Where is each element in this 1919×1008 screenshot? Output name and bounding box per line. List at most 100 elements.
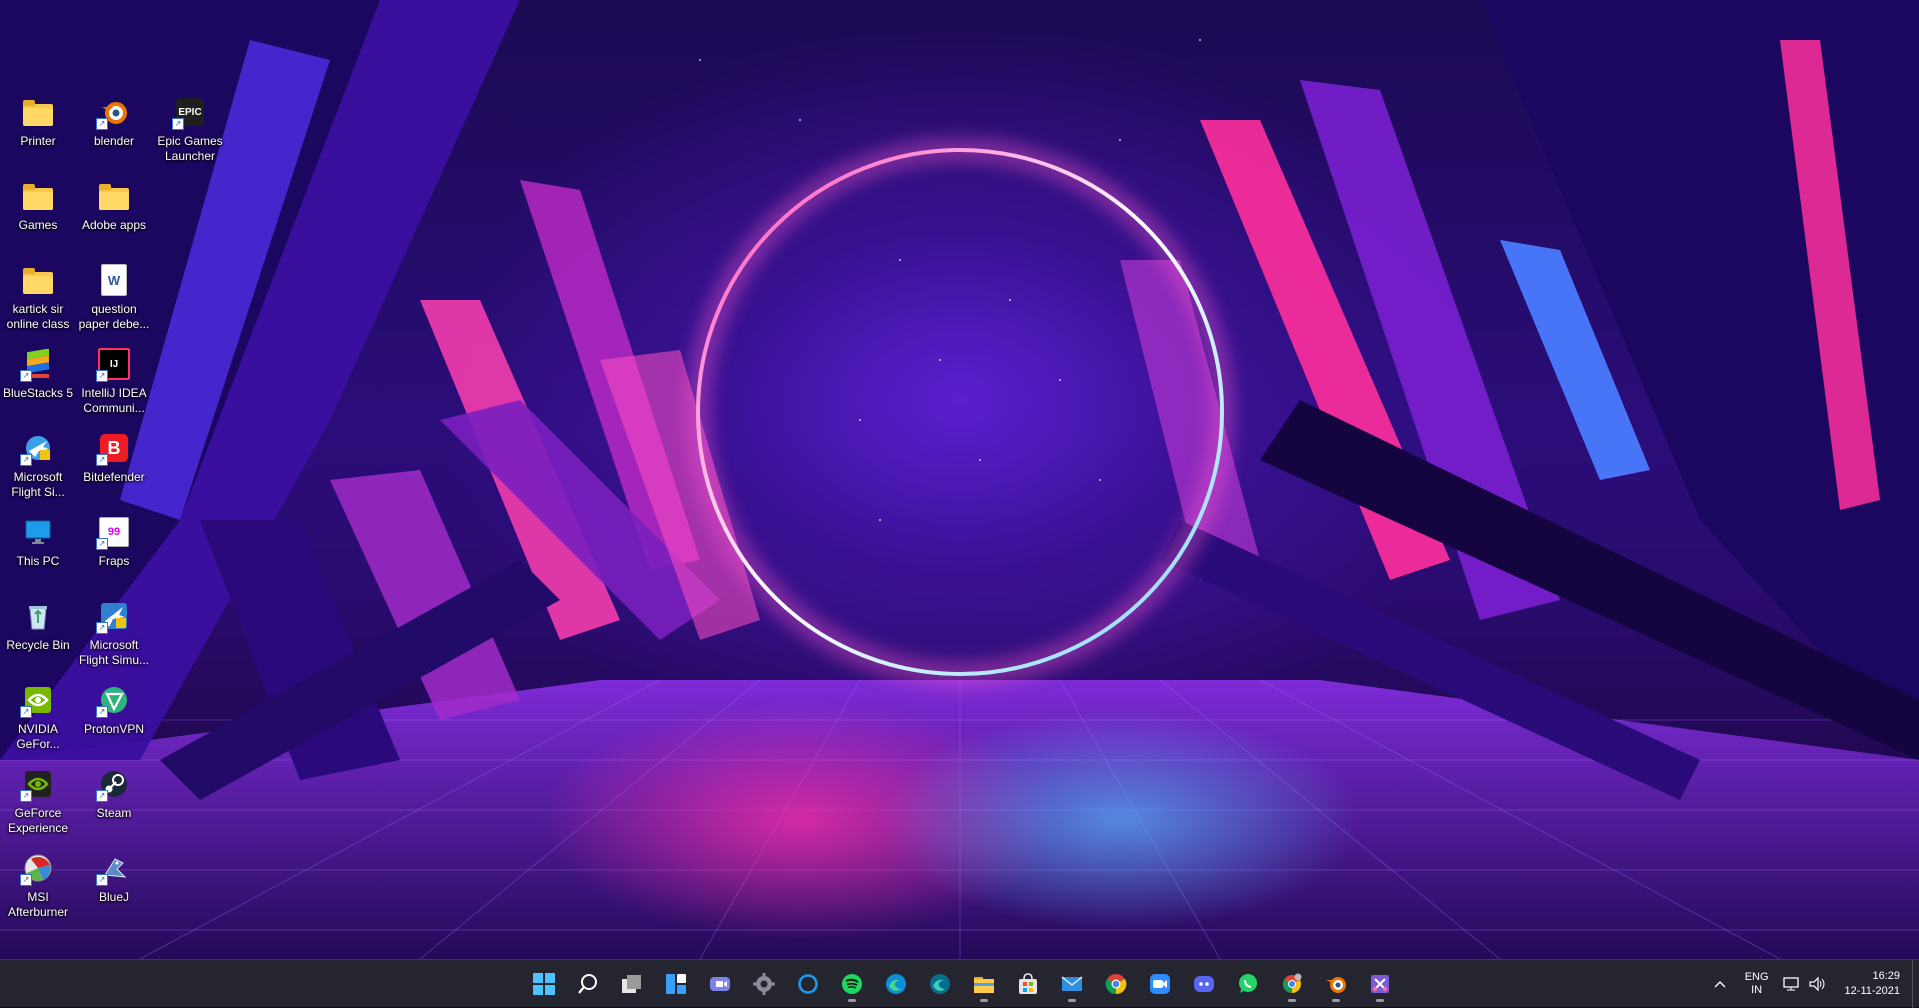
geforce-icon: ↗ (20, 768, 54, 802)
desktop-icon-bitdefender[interactable]: B ↗ Bitdefender (76, 432, 152, 485)
taskbar: ENG IN 16:29 12-11-2021 (0, 959, 1919, 1008)
desktop-icon-protonvpn[interactable]: ↗ ProtonVPN (76, 684, 152, 737)
show-hidden-icons-button[interactable] (1705, 964, 1735, 1004)
edge-button[interactable] (878, 964, 914, 1004)
settings-button[interactable] (746, 964, 782, 1004)
chevron-up-icon (1714, 981, 1726, 988)
desktop-icon-question-paper[interactable]: W question paper debe... (76, 264, 152, 332)
desktop-icon-nvidia-geforce[interactable]: ↗ NVIDIA GeFor... (0, 684, 76, 752)
desktop-icon-label: question paper debe... (78, 302, 150, 331)
spotify-button[interactable] (834, 964, 870, 1004)
cortana-button[interactable] (790, 964, 826, 1004)
desktop-icon-label: kartick sir online class (6, 302, 70, 331)
desktop-icon-printer[interactable]: Printer (0, 96, 76, 149)
running-indicator (1332, 999, 1340, 1002)
chrome-profile-button[interactable] (1274, 964, 1310, 1004)
desktop-icon-grid: Printer ↗ blender EPIC ↗ Epic Games Laun… (0, 96, 230, 936)
file-explorer-button[interactable] (966, 964, 1002, 1004)
desktop-icon-bluestacks[interactable]: ↗ BlueStacks 5 (0, 348, 76, 401)
search-button[interactable] (570, 964, 606, 1004)
clock-date: 12-11-2021 (1844, 985, 1900, 997)
snipping-tool-icon (1371, 975, 1389, 993)
desktop-icon-label: BlueStacks 5 (2, 386, 74, 400)
blender-icon (1326, 977, 1346, 993)
chrome-icon (1105, 974, 1127, 995)
desktop-icon-games[interactable]: Games (0, 180, 76, 233)
desktop-icon-label: GeForce Experience (7, 806, 69, 835)
discord-button[interactable] (1186, 964, 1222, 1004)
whatsapp-button[interactable] (1230, 964, 1266, 1004)
volume-button[interactable] (1805, 964, 1831, 1004)
desktop-icon-label: NVIDIA GeFor... (16, 722, 60, 751)
desktop-icon-label: Microsoft Flight Simu... (78, 638, 150, 667)
teams-chat-icon (710, 977, 730, 991)
desktop-icon-label: Recycle Bin (6, 638, 70, 652)
desktop-icon-flight-simulator-2[interactable]: ↗ Microsoft Flight Simu... (76, 600, 152, 668)
desktop-icon-this-pc[interactable]: This PC (0, 516, 76, 569)
zoom-icon (1150, 974, 1170, 994)
desktop-icon-label: Games (18, 218, 58, 232)
epic-games-icon: EPIC ↗ (172, 96, 206, 130)
blender-taskbar-button[interactable] (1318, 964, 1354, 1004)
store-icon (1019, 973, 1037, 994)
mail-button[interactable] (1054, 964, 1090, 1004)
desktop-icon-steam[interactable]: ↗ Steam (76, 768, 152, 821)
whatsapp-icon (1239, 974, 1257, 993)
desktop-icon-intellij[interactable]: IJ ↗ IntelliJ IDEA Communi... (76, 348, 152, 416)
folder-icon (23, 100, 53, 126)
desktop-icon-label: MSI Afterburner (7, 890, 69, 919)
spotify-icon (842, 974, 862, 994)
windows-start-icon (533, 973, 555, 995)
desktop-icon-flight-simulator-1[interactable]: ↗ Microsoft Flight Si... (0, 432, 76, 500)
running-indicator (1068, 999, 1076, 1002)
folder-icon (23, 184, 53, 210)
monitor-icon (22, 516, 54, 548)
desktop-icon-label: Fraps (98, 554, 130, 568)
input-language-indicator[interactable]: ENG IN (1745, 971, 1769, 997)
task-view-button[interactable] (614, 964, 650, 1004)
flight-simulator-icon: ↗ (96, 600, 130, 634)
region-code: IN (1751, 984, 1763, 996)
widgets-button[interactable] (658, 964, 694, 1004)
desktop-icon-label: blender (93, 134, 135, 148)
speaker-icon (1808, 976, 1825, 992)
desktop-icon-geforce-experience[interactable]: ↗ GeForce Experience (0, 768, 76, 836)
discord-icon (1194, 976, 1214, 992)
start-button[interactable] (526, 964, 562, 1004)
zoom-button[interactable] (1142, 964, 1178, 1004)
desktop-icon-kartick-sir-online-class[interactable]: kartick sir online class (0, 264, 76, 332)
running-indicator (1288, 999, 1296, 1002)
recycle-bin-icon (22, 600, 54, 632)
wallpaper-art (0, 0, 1919, 959)
gear-icon (753, 973, 775, 995)
running-indicator (1376, 999, 1384, 1002)
language-code: ENG (1744, 971, 1769, 983)
taskbar-apps (522, 960, 1402, 1008)
edge-dev-button[interactable] (922, 964, 958, 1004)
teams-chat-button[interactable] (702, 964, 738, 1004)
running-indicator (848, 999, 856, 1002)
chrome-button[interactable] (1098, 964, 1134, 1004)
edge-icon (886, 974, 906, 994)
snipping-tool-button[interactable] (1362, 964, 1398, 1004)
msi-afterburner-icon: ↗ (20, 852, 54, 886)
desktop-icon-recycle-bin[interactable]: Recycle Bin (0, 600, 76, 653)
network-status-button[interactable] (1779, 964, 1805, 1004)
flight-simulator-icon: ↗ (20, 432, 54, 466)
nvidia-icon: ↗ (20, 684, 54, 718)
show-desktop-button[interactable] (1912, 960, 1919, 1008)
running-indicator (980, 999, 988, 1002)
store-button[interactable] (1010, 964, 1046, 1004)
desktop-icon-blender[interactable]: ↗ blender (76, 96, 152, 149)
desktop-icon-fraps[interactable]: 99 ↗ Fraps (76, 516, 152, 569)
desktop-icon-label: ProtonVPN (83, 722, 145, 736)
desktop-icon-label: This PC (16, 554, 60, 568)
desktop-icon-epic-games[interactable]: EPIC ↗ Epic Games Launcher (152, 96, 228, 164)
clock-button[interactable]: 16:29 12-11-2021 (1845, 969, 1900, 999)
folder-icon (23, 268, 53, 294)
desktop-icon-label: Bitdefender (83, 470, 145, 484)
desktop-icon-adobe-apps[interactable]: Adobe apps (76, 180, 152, 233)
desktop-icon-msi-afterburner[interactable]: ↗ MSI Afterburner (0, 852, 76, 920)
task-view-icon (622, 975, 641, 993)
desktop-icon-bluej[interactable]: ↗ BlueJ (76, 852, 152, 905)
